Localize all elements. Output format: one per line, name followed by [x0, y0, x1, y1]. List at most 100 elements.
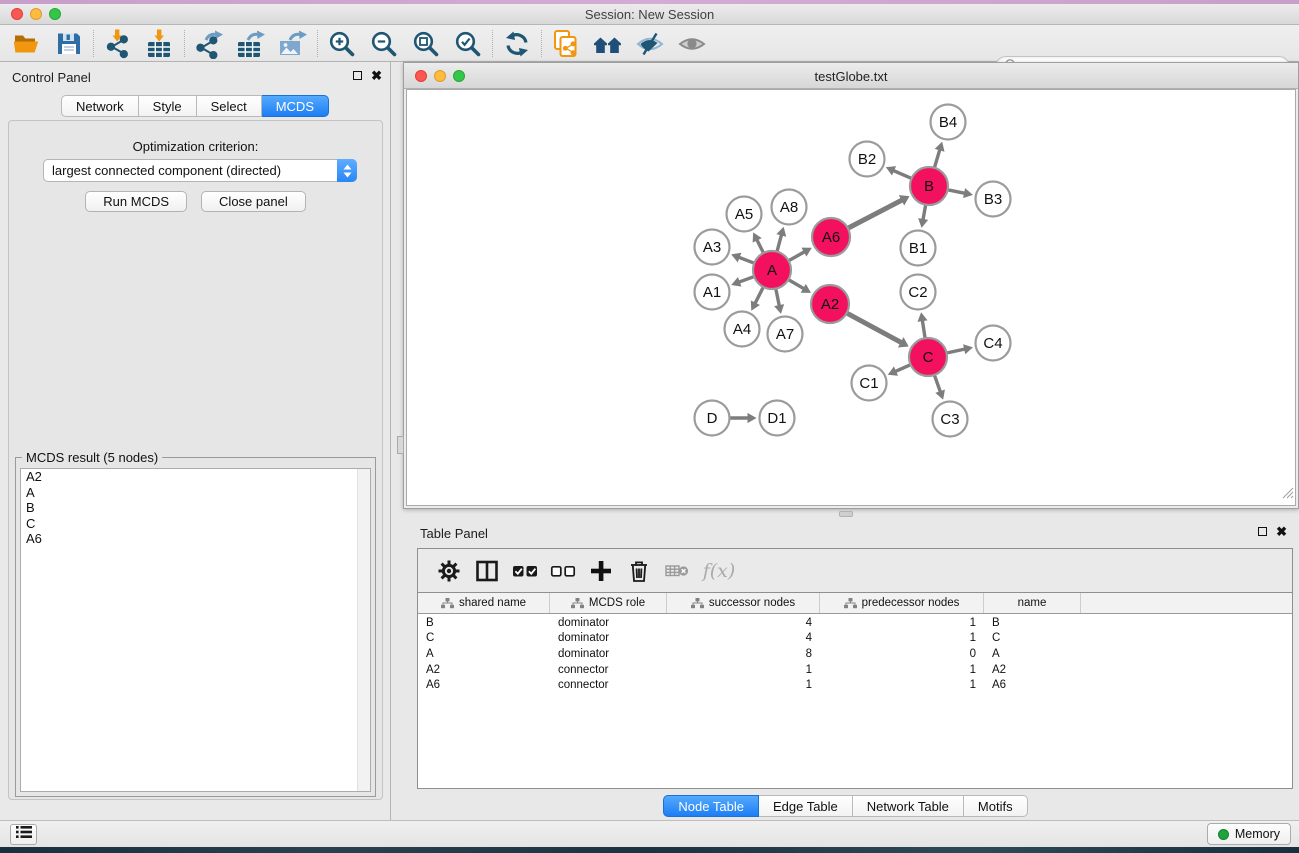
- edge-C-C2[interactable]: [922, 320, 925, 338]
- table-cell[interactable]: connector: [550, 679, 667, 691]
- column-header-MCDS-role[interactable]: MCDS role: [550, 593, 667, 613]
- show-all-button[interactable]: [671, 28, 713, 59]
- mcds-result-list[interactable]: A2ABCA6: [20, 468, 371, 792]
- table-cell[interactable]: 1: [820, 679, 984, 691]
- edge-A-A1[interactable]: [739, 277, 754, 283]
- graph-node-C[interactable]: C: [909, 338, 947, 376]
- table-cell[interactable]: 4: [667, 632, 820, 644]
- tab-motifs[interactable]: Motifs: [964, 795, 1028, 817]
- graph-node-A[interactable]: A: [753, 251, 791, 289]
- graph-node-C4[interactable]: C4: [976, 326, 1011, 361]
- table-cell[interactable]: 1: [820, 617, 984, 629]
- add-column-button[interactable]: [582, 555, 620, 587]
- table-cell[interactable]: 1: [667, 664, 820, 676]
- graph-node-A8[interactable]: A8: [772, 190, 807, 225]
- import-table-button[interactable]: [139, 28, 181, 59]
- result-list-item[interactable]: B: [21, 500, 370, 516]
- column-layout-button[interactable]: [468, 555, 506, 587]
- graph-node-C3[interactable]: C3: [933, 402, 968, 437]
- edge-C-C1[interactable]: [895, 365, 911, 372]
- graph-node-B[interactable]: B: [910, 167, 948, 205]
- graph-node-A4[interactable]: A4: [725, 312, 760, 347]
- table-cell[interactable]: 1: [820, 632, 984, 644]
- edge-B-B2[interactable]: [893, 170, 911, 178]
- edge-A2-C[interactable]: [847, 313, 902, 343]
- deselect-all-button[interactable]: [544, 555, 582, 587]
- edge-A-A2[interactable]: [788, 280, 804, 289]
- run-mcds-button[interactable]: Run MCDS: [85, 191, 187, 212]
- table-row[interactable]: Adominator80A: [418, 646, 1292, 662]
- float-panel-icon[interactable]: [353, 71, 362, 80]
- delete-table-button[interactable]: [658, 555, 696, 587]
- select-all-button[interactable]: [506, 555, 544, 587]
- tab-network[interactable]: Network: [61, 95, 139, 117]
- table-row[interactable]: A2connector11A2: [418, 662, 1292, 678]
- edge-B-B3[interactable]: [948, 190, 965, 194]
- resize-grip-icon[interactable]: [1282, 486, 1294, 504]
- splitter-grip[interactable]: [397, 436, 404, 454]
- graph-node-B4[interactable]: B4: [931, 105, 966, 140]
- edge-A-A8[interactable]: [777, 235, 782, 252]
- tab-network-table[interactable]: Network Table: [853, 795, 964, 817]
- graph-node-A5[interactable]: A5: [727, 197, 762, 232]
- edge-A-A3[interactable]: [739, 257, 755, 263]
- edge-A6-B[interactable]: [848, 200, 903, 228]
- table-row[interactable]: A6connector11A6: [418, 677, 1292, 693]
- export-network-button[interactable]: [188, 28, 230, 59]
- edge-C-C3[interactable]: [934, 375, 940, 392]
- column-header-predecessor-nodes[interactable]: predecessor nodes: [820, 593, 984, 613]
- table-cell[interactable]: dominator: [550, 617, 667, 629]
- first-neighbors-button[interactable]: [587, 28, 629, 59]
- table-cell[interactable]: A6: [418, 679, 550, 691]
- table-cell[interactable]: A2: [418, 664, 550, 676]
- tab-select[interactable]: Select: [197, 95, 262, 117]
- table-cell[interactable]: A: [984, 648, 1081, 660]
- table-cell[interactable]: A: [418, 648, 550, 660]
- table-cell[interactable]: dominator: [550, 648, 667, 660]
- table-cell[interactable]: 8: [667, 648, 820, 660]
- graph-node-A1[interactable]: A1: [695, 275, 730, 310]
- tab-node-table[interactable]: Node Table: [663, 795, 759, 817]
- column-header-shared-name[interactable]: shared name: [418, 593, 550, 613]
- zoom-out-button[interactable]: [363, 28, 405, 59]
- tab-mcds[interactable]: MCDS: [262, 95, 329, 117]
- table-cell[interactable]: C: [418, 632, 550, 644]
- table-cell[interactable]: dominator: [550, 632, 667, 644]
- graph-node-C1[interactable]: C1: [852, 366, 887, 401]
- graph-node-D[interactable]: D: [695, 401, 730, 436]
- table-cell[interactable]: A2: [984, 664, 1081, 676]
- network-canvas[interactable]: B4B2BB3A5A8A6A3AB1A1A2C2A4A7CC4C1C3DD1: [406, 89, 1296, 506]
- graph-node-A2[interactable]: A2: [811, 285, 849, 323]
- table-cell[interactable]: A6: [984, 679, 1081, 691]
- graph-node-A7[interactable]: A7: [768, 317, 803, 352]
- result-list-item[interactable]: A2: [21, 469, 370, 485]
- graph-node-A3[interactable]: A3: [695, 230, 730, 265]
- refresh-layout-button[interactable]: [496, 28, 538, 59]
- horizontal-splitter-grip[interactable]: [839, 511, 853, 517]
- table-cell[interactable]: 4: [667, 617, 820, 629]
- close-panel-icon[interactable]: ✖: [371, 70, 382, 81]
- zoom-fit-button[interactable]: [405, 28, 447, 59]
- close-panel-button[interactable]: Close panel: [201, 191, 306, 212]
- edge-A-A7[interactable]: [776, 289, 780, 306]
- close-table-panel-icon[interactable]: ✖: [1276, 526, 1287, 537]
- result-list-item[interactable]: C: [21, 516, 370, 532]
- open-session-button[interactable]: [6, 28, 48, 59]
- tab-edge-table[interactable]: Edge Table: [759, 795, 853, 817]
- hide-selected-button[interactable]: [629, 28, 671, 59]
- network-window-titlebar[interactable]: testGlobe.txt: [404, 63, 1298, 89]
- optimization-criterion-select[interactable]: largest connected component (directed): [43, 159, 357, 182]
- table-cell[interactable]: 0: [820, 648, 984, 660]
- graph-node-B3[interactable]: B3: [976, 182, 1011, 217]
- edge-B-B1[interactable]: [923, 205, 926, 220]
- edge-A-A4[interactable]: [755, 287, 763, 304]
- edge-B-B4[interactable]: [934, 149, 939, 167]
- tab-style[interactable]: Style: [139, 95, 197, 117]
- table-cell[interactable]: 1: [667, 679, 820, 691]
- graph-node-B2[interactable]: B2: [850, 142, 885, 177]
- save-session-button[interactable]: [48, 28, 90, 59]
- graph-node-C2[interactable]: C2: [901, 275, 936, 310]
- result-list-item[interactable]: A6: [21, 531, 370, 547]
- graph-node-D1[interactable]: D1: [760, 401, 795, 436]
- table-cell[interactable]: connector: [550, 664, 667, 676]
